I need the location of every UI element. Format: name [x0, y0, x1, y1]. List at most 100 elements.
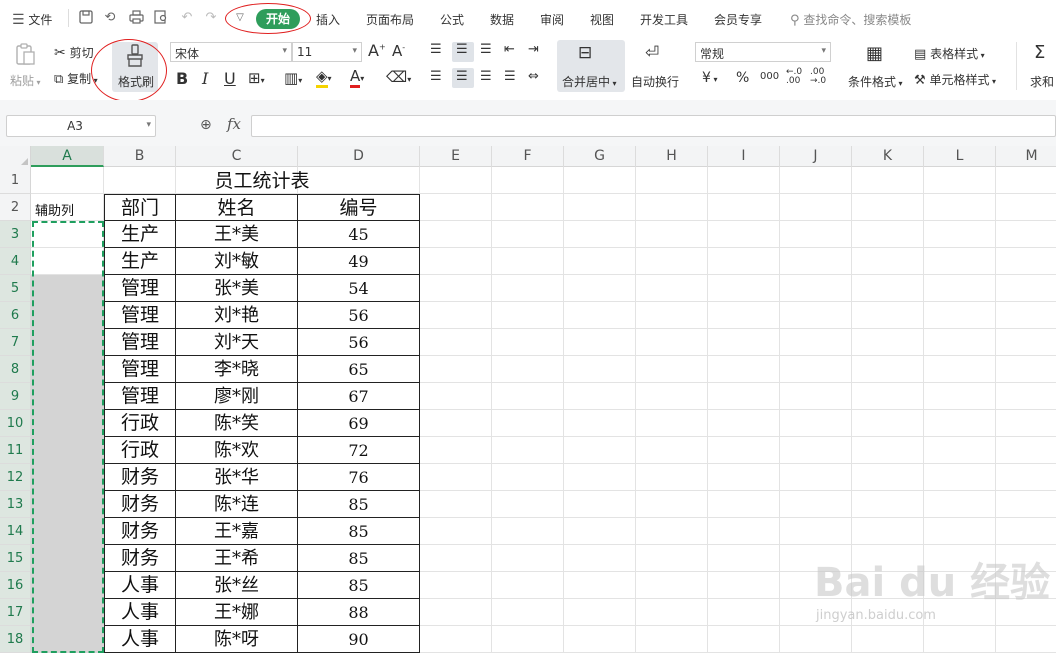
tab-formulas[interactable]: 公式: [440, 11, 464, 28]
grid-cell[interactable]: [564, 167, 636, 194]
grid-cell[interactable]: [492, 356, 564, 383]
grid-cell[interactable]: [636, 248, 708, 275]
grid-cell[interactable]: [564, 275, 636, 302]
grid-cell[interactable]: [780, 167, 852, 194]
grid-cell[interactable]: [780, 464, 852, 491]
grid-cell[interactable]: [780, 410, 852, 437]
column-header-k[interactable]: K: [852, 146, 924, 167]
grid-cell[interactable]: [636, 275, 708, 302]
grid-cell[interactable]: [924, 275, 996, 302]
dept-cell[interactable]: 财务: [104, 545, 176, 572]
grid-cell[interactable]: [420, 356, 492, 383]
font-color-icon[interactable]: A▾: [350, 67, 364, 88]
grid-cell[interactable]: [492, 275, 564, 302]
grid-cell[interactable]: [492, 329, 564, 356]
name-cell[interactable]: 张*华: [176, 464, 298, 491]
header-cell[interactable]: 部门: [104, 194, 176, 221]
grid-cell[interactable]: [708, 491, 780, 518]
customize-toolbar-icon[interactable]: ▽: [232, 10, 248, 26]
grid-cell[interactable]: [492, 221, 564, 248]
dept-cell[interactable]: 人事: [104, 626, 176, 653]
row-header-10[interactable]: 10: [0, 410, 31, 437]
underline-icon[interactable]: U: [224, 69, 236, 88]
grid-cell[interactable]: [564, 194, 636, 221]
grid-cell[interactable]: [564, 518, 636, 545]
grid-cell[interactable]: [852, 599, 924, 626]
grid-cell[interactable]: [31, 221, 104, 248]
column-header-l[interactable]: L: [924, 146, 996, 167]
grid-cell[interactable]: [996, 194, 1056, 221]
column-header-c[interactable]: C: [176, 146, 298, 167]
clear-format-icon[interactable]: ⌫▾: [386, 68, 411, 86]
grid-cell[interactable]: [780, 491, 852, 518]
grid-cell[interactable]: [564, 302, 636, 329]
grid-cell[interactable]: [852, 437, 924, 464]
align-center-icon[interactable]: ☰: [456, 69, 468, 84]
grid-cell[interactable]: [780, 572, 852, 599]
row-header-6[interactable]: 6: [0, 302, 31, 329]
row-header-12[interactable]: 12: [0, 464, 31, 491]
name-cell[interactable]: 刘*敏: [176, 248, 298, 275]
thousands-separator-icon[interactable]: 000: [760, 71, 779, 82]
wrap-text-label[interactable]: 自动换行: [631, 73, 679, 90]
grid-cell[interactable]: [564, 626, 636, 653]
grid-cell[interactable]: [420, 572, 492, 599]
save-icon[interactable]: [78, 10, 94, 26]
grid-cell[interactable]: [636, 572, 708, 599]
grid-cell[interactable]: [636, 437, 708, 464]
grid-cell[interactable]: [780, 356, 852, 383]
grid-cell[interactable]: [492, 545, 564, 572]
header-cell[interactable]: 姓名: [176, 194, 298, 221]
grid-cell[interactable]: [708, 194, 780, 221]
grid-cell[interactable]: [636, 194, 708, 221]
grid-cell[interactable]: [492, 464, 564, 491]
decrease-indent-icon[interactable]: ⇤: [504, 42, 515, 57]
grid-cell[interactable]: [852, 248, 924, 275]
number-format-select[interactable]: 常规 ▾: [695, 42, 831, 62]
dept-cell[interactable]: 管理: [104, 329, 176, 356]
grid-cell[interactable]: [420, 221, 492, 248]
id-cell[interactable]: 76: [298, 464, 420, 491]
dept-cell[interactable]: 人事: [104, 572, 176, 599]
font-size-select[interactable]: 11 ▾: [292, 42, 362, 62]
align-right-icon[interactable]: ☰: [480, 69, 492, 84]
grid-cell[interactable]: [492, 410, 564, 437]
grid-cell[interactable]: [996, 410, 1056, 437]
column-header-h[interactable]: H: [636, 146, 708, 167]
grid-cell[interactable]: [996, 356, 1056, 383]
grid-cell[interactable]: [420, 329, 492, 356]
grid-cell[interactable]: [31, 167, 104, 194]
name-cell[interactable]: 张*丝: [176, 572, 298, 599]
id-cell[interactable]: 56: [298, 302, 420, 329]
grid-cell[interactable]: [924, 167, 996, 194]
name-cell[interactable]: 王*美: [176, 221, 298, 248]
print-icon[interactable]: [128, 10, 144, 26]
grid-cell[interactable]: [780, 248, 852, 275]
redo-icon[interactable]: ↷: [203, 10, 219, 26]
grid-cell[interactable]: [420, 275, 492, 302]
id-cell[interactable]: 65: [298, 356, 420, 383]
increase-indent-icon[interactable]: ⇥: [528, 42, 539, 57]
print-preview-icon[interactable]: [153, 10, 169, 26]
tab-review[interactable]: 审阅: [540, 11, 564, 28]
id-cell[interactable]: 72: [298, 437, 420, 464]
grid-cell[interactable]: [708, 464, 780, 491]
grid-cell[interactable]: [420, 410, 492, 437]
dept-cell[interactable]: 行政: [104, 410, 176, 437]
grid-cell[interactable]: [564, 356, 636, 383]
grid-cell[interactable]: [492, 167, 564, 194]
tab-view[interactable]: 视图: [590, 11, 614, 28]
grid-cell[interactable]: [636, 383, 708, 410]
name-cell[interactable]: 陈*呀: [176, 626, 298, 653]
grid-cell[interactable]: [996, 437, 1056, 464]
justify-icon[interactable]: ☰: [504, 69, 516, 84]
grid-cell[interactable]: [996, 491, 1056, 518]
align-left-icon[interactable]: ☰: [430, 69, 442, 84]
tab-developer[interactable]: 开发工具: [640, 11, 688, 28]
grid-cell[interactable]: [708, 167, 780, 194]
dept-cell[interactable]: 财务: [104, 464, 176, 491]
grid-cell[interactable]: [492, 383, 564, 410]
grid-cell[interactable]: [708, 572, 780, 599]
name-cell[interactable]: 廖*刚: [176, 383, 298, 410]
row-header-1[interactable]: 1: [0, 167, 31, 194]
